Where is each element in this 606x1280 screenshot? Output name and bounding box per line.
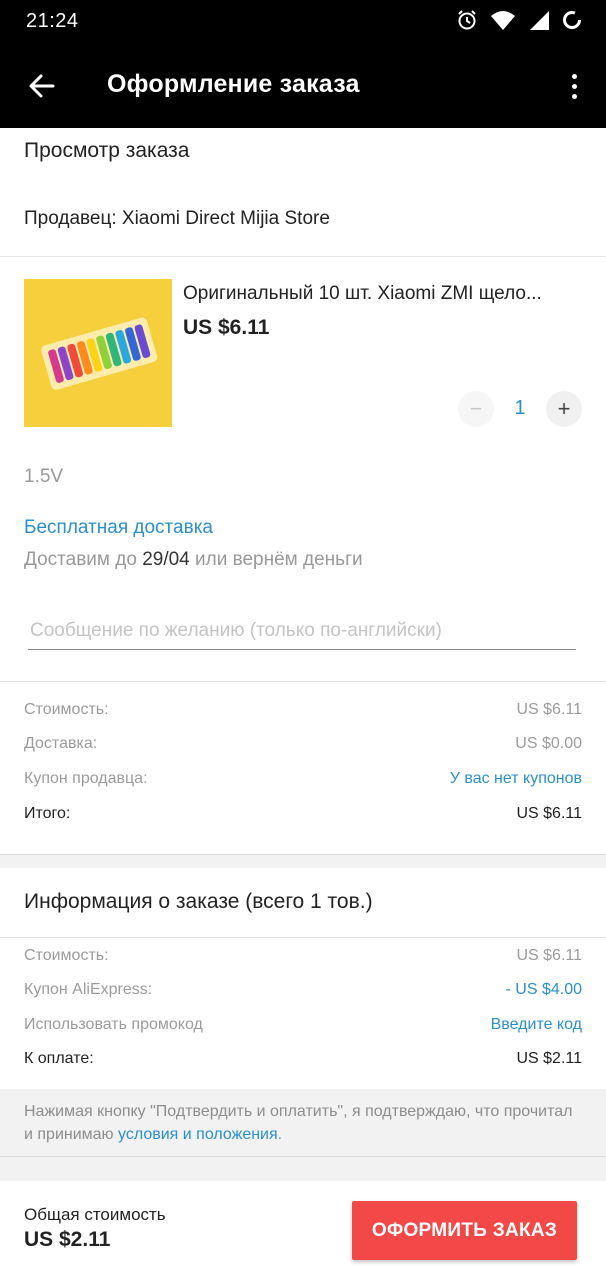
enter-promo-code-link[interactable]: Введите код — [491, 1016, 582, 1034]
wifi-icon — [490, 9, 516, 36]
info-row-cost: Стоимость: US $6.11 — [24, 947, 582, 965]
row-value: US $2.11 — [516, 1050, 582, 1067]
divider — [0, 681, 606, 682]
checkout-bar: Общая стоимость US $2.11 ОФОРМИТЬ ЗАКАЗ — [0, 1181, 606, 1280]
row-label: Итого: — [24, 805, 71, 822]
seller-name[interactable]: Продавец: Xiaomi Direct Mijia Store — [24, 208, 330, 230]
info-row-promo-code: Использовать промокод Введите код — [24, 1016, 582, 1034]
row-label: Купон AliExpress: — [24, 981, 153, 998]
back-button[interactable] — [22, 66, 62, 106]
terms-link[interactable]: условия и положения — [118, 1126, 278, 1143]
divider — [0, 937, 606, 938]
terms-end: . — [277, 1126, 283, 1143]
page-title: Оформление заказа — [107, 70, 360, 98]
terms-body: Нажимая кнопку "Подтвердить и оплатить",… — [24, 1103, 573, 1143]
row-value: US $6.11 — [516, 805, 582, 822]
quantity-increase-button[interactable]: + — [546, 391, 582, 427]
row-label: К оплате: — [24, 1050, 94, 1067]
seller-coupon-link[interactable]: У вас нет купонов — [450, 770, 582, 788]
total-label: Общая стоимость — [24, 1205, 166, 1224]
summary-row-seller-coupon: Купон продавца: У вас нет купонов — [24, 770, 582, 788]
row-value: US $0.00 — [515, 735, 582, 752]
order-review-title: Просмотр заказа — [24, 139, 190, 162]
alarm-icon — [456, 9, 478, 36]
total-amount: US $2.11 — [24, 1228, 111, 1251]
info-row-to-pay: К оплате: US $2.11 — [24, 1050, 582, 1068]
free-shipping-label[interactable]: Бесплатная доставка — [24, 517, 213, 539]
aliexpress-coupon-link[interactable]: - US $4.00 — [506, 981, 582, 999]
delivery-guarantee: Доставим до 29/04 или вернём деньги — [24, 549, 363, 571]
summary-row-shipping: Доставка: US $0.00 — [24, 735, 582, 753]
more-vertical-icon — [571, 73, 577, 79]
delivery-date: 29/04 — [142, 549, 190, 570]
delivery-prefix: Доставим до — [24, 549, 143, 570]
battery-icon — [562, 9, 582, 36]
row-label: Стоимость: — [24, 701, 109, 718]
info-row-aliexpress-coupon: Купон AliExpress: - US $4.00 — [24, 981, 582, 999]
row-label: Стоимость: — [24, 947, 109, 964]
status-time: 21:24 — [26, 10, 79, 32]
order-info-title: Информация о заказе (всего 1 тов.) — [24, 890, 373, 913]
product-price: US $6.11 — [183, 316, 270, 339]
product-image[interactable] — [24, 279, 172, 427]
more-options-button[interactable] — [560, 66, 588, 106]
signal-icon — [528, 9, 550, 36]
row-label: Купон продавца: — [24, 770, 148, 787]
summary-row-total: Итого: US $6.11 — [24, 805, 582, 823]
quantity-decrease-button[interactable]: − — [458, 391, 494, 427]
product-title[interactable]: Оригинальный 10 шт. Xiaomi ZMI щело... — [183, 283, 583, 305]
place-order-button[interactable]: ОФОРМИТЬ ЗАКАЗ — [352, 1201, 577, 1260]
divider — [0, 1156, 606, 1157]
row-label: Доставка: — [24, 735, 98, 752]
summary-row-cost: Стоимость: US $6.11 — [24, 701, 582, 719]
row-value: US $6.11 — [516, 947, 582, 964]
section-separator — [0, 854, 606, 868]
product-variant: 1.5V — [24, 466, 64, 487]
row-value: US $6.11 — [516, 701, 582, 718]
status-bar: 21:24 — [0, 0, 606, 46]
divider — [0, 256, 606, 257]
delivery-suffix: или вернём деньги — [189, 549, 363, 570]
seller-message-input[interactable] — [28, 612, 576, 650]
app-bar: Оформление заказа — [0, 46, 606, 128]
row-label: Использовать промокод — [24, 1016, 203, 1033]
quantity-value: 1 — [514, 397, 526, 419]
status-icons — [456, 9, 582, 36]
terms-text: Нажимая кнопку "Подтвердить и оплатить",… — [24, 1100, 584, 1146]
arrow-left-icon — [29, 74, 55, 98]
